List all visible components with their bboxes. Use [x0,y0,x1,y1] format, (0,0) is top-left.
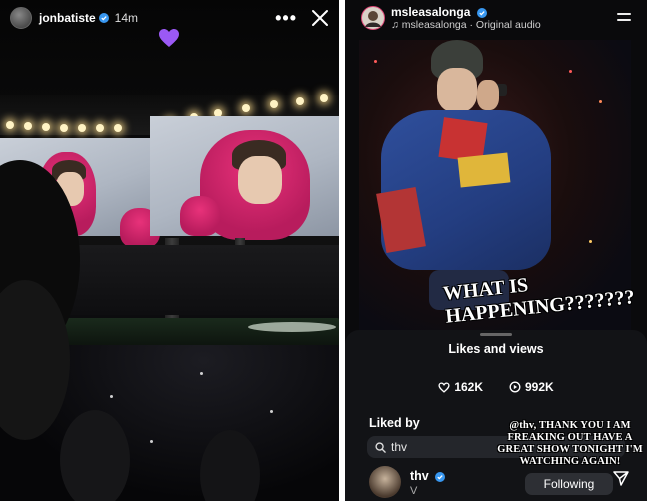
reel-username-text: msleasalonga [391,5,471,19]
stage-light [96,124,104,132]
crowd-head [60,410,130,501]
video-screen-right [150,116,339,240]
verified-icon [476,7,487,18]
close-icon[interactable] [311,9,329,27]
verified-icon [435,471,446,482]
following-button[interactable]: Following [525,473,613,495]
confetti [374,60,377,63]
likes-stat: 162K [438,380,483,394]
liker-subtitle: V [410,485,418,497]
menu-icon[interactable] [617,13,631,25]
views-stat: 992K [509,380,554,394]
views-count: 992K [525,380,554,394]
drag-handle[interactable] [480,333,512,336]
stadium-stands [60,245,339,315]
story-panel: jonbatiste 14m ••• [0,0,339,501]
avatar[interactable] [10,7,32,29]
reel-username[interactable]: msleasalonga [391,5,487,19]
more-options-icon[interactable]: ••• [275,9,297,27]
liked-by-label: Liked by [369,416,420,430]
liker-name[interactable]: thv [410,469,446,483]
stage-light [6,121,14,129]
liker-avatar[interactable] [369,466,401,498]
likes-views-sheet: Likes and views 162K 992K Liked by thv t… [345,330,647,501]
stats-row: 162K 992K [345,380,647,394]
reel-panel: msleasalonga ♫ msleasalonga · Original a… [345,0,647,501]
stage-light [242,104,250,112]
sheet-title: Likes and views [448,342,544,356]
story-time: 14m [114,11,139,25]
reel-header: msleasalonga ♫ msleasalonga · Original a… [345,0,647,36]
confetti [599,100,602,103]
confetti [569,70,572,73]
play-circle-icon [509,381,521,393]
search-icon [375,441,386,453]
concert-photo [0,0,339,501]
caption-sticker-small: @thv, THANK YOU I AM FREAKING OUT HAVE A… [497,420,643,468]
heart-outline-icon [438,381,450,393]
hand [477,80,499,110]
stage-light [270,100,278,108]
likes-count: 162K [454,380,483,394]
stage-light [114,124,122,132]
audio-attribution[interactable]: ♫ msleasalonga · Original audio [391,19,541,31]
stage-light [42,123,50,131]
liker-name-text: thv [410,469,429,483]
verified-icon [98,13,109,23]
avatar[interactable] [361,6,385,30]
face [238,156,282,204]
confetti [589,240,592,243]
stage-light [78,124,86,132]
send-icon[interactable] [613,470,629,486]
purple-heart-icon [159,29,179,47]
stage-light [24,122,32,130]
stage-light [320,94,328,102]
hoodie [180,196,220,236]
yellow-pattern [457,152,511,188]
story-username[interactable]: jonbatiste [39,11,96,25]
face [437,68,477,112]
liker-row[interactable]: thv V Following [369,466,625,500]
screenshot-collage: jonbatiste 14m ••• msleasalonga ♫ msleas… [0,0,647,501]
stage-lights [248,322,336,332]
stage-light [296,97,304,105]
stage-light [60,124,68,132]
